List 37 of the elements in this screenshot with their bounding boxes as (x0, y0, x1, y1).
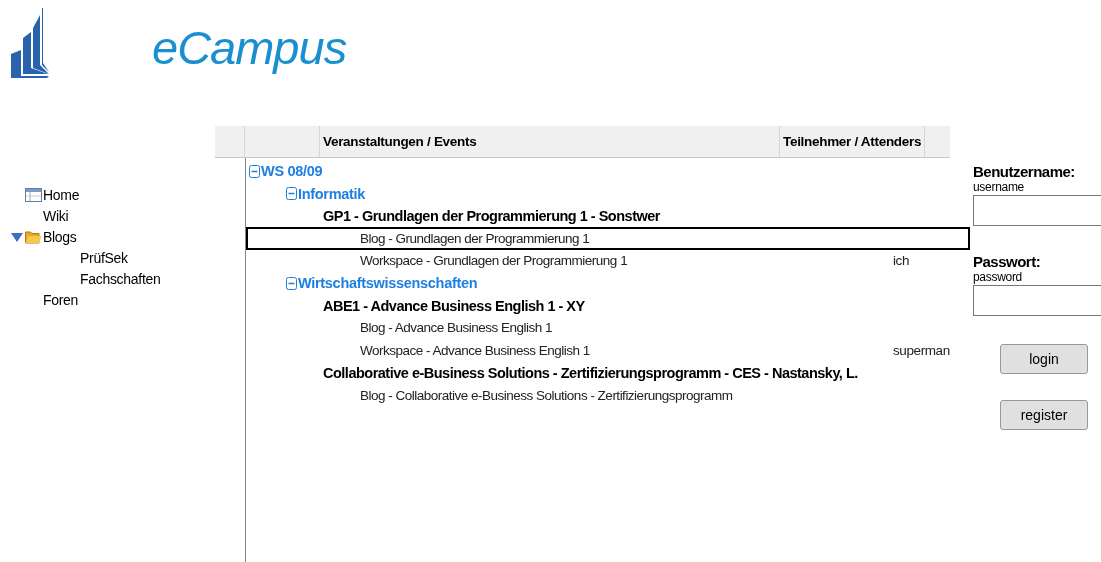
password-field[interactable] (973, 285, 1101, 316)
field-hint: username (973, 180, 1025, 194)
logo-icon (11, 8, 51, 78)
tree-node[interactable]: WS 08/09 (261, 163, 323, 180)
sidebar-item[interactable]: Home (43, 186, 80, 203)
field-label: Benutzername: (973, 163, 1076, 180)
tree-node[interactable]: Wirtschaftswissenschaften (298, 275, 478, 292)
sidebar-item[interactable]: Fachschaften (80, 270, 161, 287)
course-title[interactable]: ABE1 - Advance Business English 1 - XY (323, 297, 585, 314)
field-label: Passwort: (973, 253, 1042, 270)
register-button[interactable]: register (1000, 400, 1088, 430)
field-hint: password (973, 270, 1023, 284)
sidebar-item[interactable]: PrüfSek (80, 249, 128, 266)
expanded-triangle-icon[interactable] (10, 231, 24, 242)
selected-row[interactable]: Blog - Grundlagen der Programmierung 1 (246, 227, 970, 250)
sidebar-item[interactable]: Foren (43, 291, 79, 308)
event-link[interactable]: Blog - Grundlagen der Programmierung 1 (360, 230, 590, 246)
attender-cell: superman (893, 342, 950, 358)
attender-cell: ich (893, 253, 910, 269)
column-header[interactable]: Teilnehmer / Attenders (783, 134, 922, 149)
login-button[interactable]: login (1000, 344, 1088, 374)
event-link[interactable]: Workspace - Advance Business English 1 (360, 342, 590, 358)
sidebar-item[interactable]: Wiki (43, 207, 69, 224)
folder-icon (25, 229, 42, 244)
tree-node[interactable]: Informatik (298, 185, 366, 202)
event-link[interactable]: Blog - Advance Business English 1 (360, 320, 553, 336)
username-field[interactable] (973, 195, 1101, 226)
course-title[interactable]: GP1 - Grundlagen der Programmierung 1 - Sonstwer (323, 207, 660, 224)
event-link[interactable]: Blog - Collaborative e-Business Solutions - Zertifizierungsprogramm (360, 387, 733, 403)
event-link[interactable]: Workspace - Grundlagen der Programmierung 1 (360, 253, 628, 269)
column-header[interactable]: Veranstaltungen / Events (323, 134, 477, 149)
collapse-icon[interactable] (286, 187, 297, 201)
sidebar-item[interactable]: Blogs (43, 228, 77, 245)
collapse-icon[interactable] (286, 276, 297, 290)
course-title[interactable]: Collaborative e-Business Solutions - Zertifizierungsprogramm - CES - Nastansky, L. (323, 364, 858, 381)
collapse-icon[interactable] (249, 164, 260, 178)
table-icon (25, 187, 42, 202)
